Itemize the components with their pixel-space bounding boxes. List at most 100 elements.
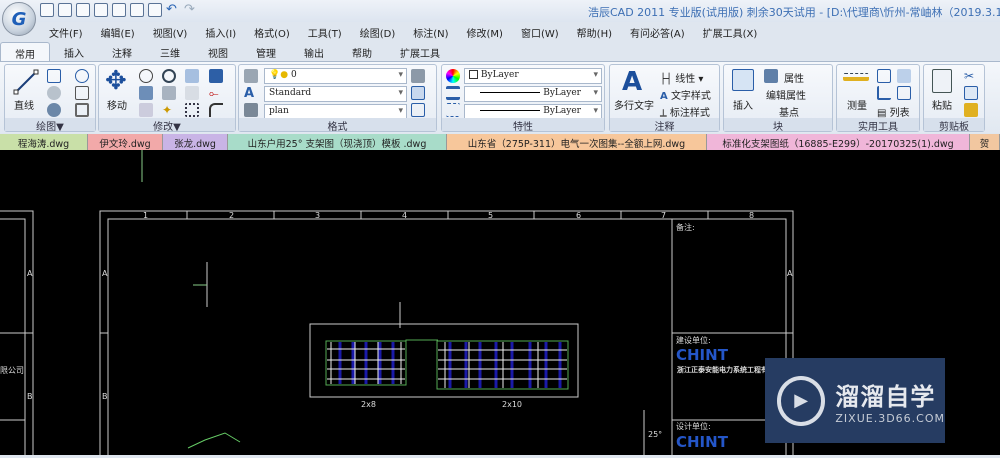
file-tab[interactable]: 贺	[970, 134, 1000, 150]
undo-icon[interactable]: ↶	[166, 3, 180, 17]
cloud-icon[interactable]	[47, 103, 61, 117]
polyline-icon[interactable]	[47, 69, 61, 83]
menu-tools[interactable]: 工具(T)	[299, 22, 351, 42]
create-block-icon[interactable]	[764, 69, 778, 83]
menu-window[interactable]: 窗口(W)	[512, 22, 568, 42]
base-point-button[interactable]: 基点	[779, 104, 799, 119]
measure-button[interactable]: 测量	[847, 97, 867, 112]
explode-icon[interactable]: ✦	[162, 103, 176, 117]
menu-qa[interactable]: 有问必答(A)	[621, 22, 694, 42]
copy-clip-icon[interactable]	[964, 86, 978, 100]
lineweight-icon[interactable]	[446, 86, 460, 100]
insert-block-button[interactable]: 插入	[733, 97, 753, 112]
erase-icon[interactable]	[139, 103, 153, 117]
menu-view[interactable]: 视图(V)	[144, 22, 197, 42]
tab-extensions[interactable]: 扩展工具	[386, 42, 454, 62]
tab-help[interactable]: 帮助	[338, 42, 386, 62]
save-as-icon[interactable]	[94, 3, 108, 17]
move-button[interactable]: 移动	[107, 97, 127, 112]
spline-icon[interactable]	[75, 69, 89, 83]
mirror-icon[interactable]	[185, 69, 199, 83]
mtext-button[interactable]: 多行文字	[614, 97, 654, 112]
quick-select-icon[interactable]	[897, 69, 911, 83]
menu-insert[interactable]: 插入(I)	[196, 22, 245, 42]
app-logo-button[interactable]: G	[2, 2, 36, 36]
new-icon[interactable]	[40, 3, 54, 17]
tab-annotate[interactable]: 注释	[98, 42, 146, 62]
menu-dimension[interactable]: 标注(N)	[404, 22, 457, 42]
tab-output[interactable]: 输出	[290, 42, 338, 62]
match-props-icon[interactable]	[964, 103, 978, 117]
circle-icon[interactable]	[47, 86, 61, 100]
layer-copy-icon[interactable]	[209, 69, 223, 83]
region-icon[interactable]	[75, 103, 89, 117]
redo-icon[interactable]: ↷	[184, 3, 198, 17]
file-tab[interactable]: 张龙.dwg	[163, 134, 228, 150]
menu-edit[interactable]: 编辑(E)	[92, 22, 144, 42]
linetype-icon[interactable]	[446, 103, 460, 117]
array-label-right: 2x10	[502, 400, 522, 409]
list-button[interactable]: ▤ 列表	[877, 104, 910, 119]
layer-select[interactable]: 💡● 0	[264, 68, 407, 84]
file-tab[interactable]: 伊文玲.dwg	[88, 134, 163, 150]
move-icon[interactable]: ✥	[105, 67, 127, 95]
menu-file[interactable]: 文件(F)	[40, 22, 92, 42]
copy-icon[interactable]	[139, 69, 153, 83]
file-tab[interactable]: 标准化支架图纸（16885-E299）-20170325(1).dwg	[707, 134, 970, 150]
text-icon[interactable]	[411, 86, 425, 100]
attribute-button[interactable]: 属性	[784, 70, 804, 85]
layer-props-icon[interactable]	[244, 69, 258, 83]
linear-dim-button[interactable]: ├┤ 线性 ▾	[660, 70, 703, 85]
line-icon[interactable]	[13, 69, 39, 95]
id-point-icon[interactable]	[877, 69, 891, 83]
open-icon[interactable]	[58, 3, 72, 17]
tab-insert[interactable]: 插入	[50, 42, 98, 62]
coordinates-icon[interactable]	[877, 86, 891, 100]
area-icon[interactable]	[897, 86, 911, 100]
menu-draw[interactable]: 绘图(D)	[351, 22, 405, 42]
text-style-select[interactable]: Standard	[264, 86, 407, 102]
paste-icon[interactable]	[932, 69, 952, 93]
preview-icon[interactable]	[130, 3, 144, 17]
menu-extensions[interactable]: 扩展工具(X)	[694, 22, 767, 42]
offset-icon[interactable]	[185, 86, 199, 100]
file-tab[interactable]: 山东户用25° 支架图（现浇顶）模板 .dwg	[228, 134, 447, 150]
tab-view[interactable]: 视图	[194, 42, 242, 62]
dimension-icon[interactable]	[411, 103, 425, 117]
group-label-modify[interactable]: 修改▼	[99, 118, 235, 133]
trim-icon[interactable]: ⟜	[209, 86, 223, 100]
line-button[interactable]: 直线	[14, 97, 34, 112]
menu-format[interactable]: 格式(O)	[245, 22, 299, 42]
menu-help[interactable]: 帮助(H)	[568, 22, 621, 42]
file-tab[interactable]: 程海涛.dwg	[0, 134, 88, 150]
dim-style-icon[interactable]	[244, 103, 258, 117]
tab-3d[interactable]: 三维	[146, 42, 194, 62]
scale-icon[interactable]	[162, 86, 176, 100]
insert-block-icon[interactable]	[732, 69, 754, 91]
color-wheel-icon[interactable]	[446, 69, 460, 83]
file-tab[interactable]: 山东省（275P-311）电气一次图集--全额上网.dwg	[447, 134, 707, 150]
fillet-icon[interactable]	[209, 103, 223, 117]
stretch-icon[interactable]	[139, 86, 153, 100]
text-style-button[interactable]: A 文字样式	[660, 87, 711, 102]
measure-icon[interactable]	[843, 73, 869, 81]
linetype-select[interactable]: ByLayer	[464, 86, 602, 102]
rotate-icon[interactable]	[162, 69, 176, 83]
layer-state-icon[interactable]	[411, 69, 425, 83]
text-style-icon[interactable]: A	[244, 86, 258, 101]
edit-attribute-button[interactable]: 编辑属性	[766, 87, 806, 102]
dim-style-button[interactable]: ⟂ 标注样式	[660, 104, 710, 119]
publish-icon[interactable]	[148, 3, 162, 17]
mtext-icon[interactable]: A	[622, 67, 642, 97]
array-icon[interactable]	[185, 103, 199, 117]
color-select[interactable]: ByLayer	[464, 68, 602, 84]
cut-icon[interactable]: ✂	[964, 69, 978, 83]
rectangle-icon[interactable]	[75, 86, 89, 100]
save-icon[interactable]	[76, 3, 90, 17]
tab-home[interactable]: 常用	[0, 42, 50, 62]
paste-button[interactable]: 粘贴	[932, 97, 952, 112]
print-icon[interactable]	[112, 3, 126, 17]
menu-modify[interactable]: 修改(M)	[458, 22, 512, 42]
tab-manage[interactable]: 管理	[242, 42, 290, 62]
group-label-draw[interactable]: 绘图▼	[5, 118, 95, 133]
